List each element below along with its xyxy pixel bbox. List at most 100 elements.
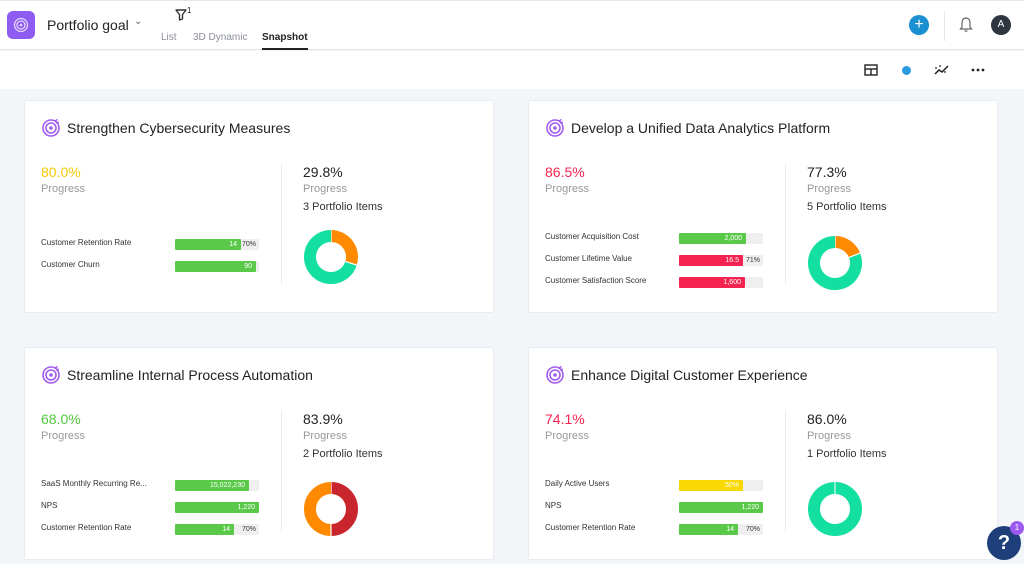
metric-bar-track: 1,600 xyxy=(679,277,763,288)
metric-name: Customer Lifetime Value xyxy=(545,254,632,263)
portfolio-items-count[interactable]: 2 Portfolio Items xyxy=(303,448,382,460)
metric-row[interactable]: NPS 1,220 xyxy=(545,501,775,513)
portfolio-items-count[interactable]: 3 Portfolio Items xyxy=(303,201,382,213)
tab-snapshot[interactable]: Snapshot xyxy=(262,32,308,50)
goal-progress-percent: 86.5% xyxy=(545,164,585,180)
portfolio-items-count[interactable]: 1 Portfolio Items xyxy=(807,448,886,460)
metric-name: Customer Retention Rate xyxy=(545,523,636,532)
metric-row[interactable]: Customer Churn 90 xyxy=(41,260,271,272)
portfolio-progress-label: Progress xyxy=(807,430,852,442)
metric-bar-fill: 16.5 xyxy=(679,255,743,266)
avatar[interactable]: A xyxy=(991,15,1011,35)
portfolio-donut-chart xyxy=(304,230,358,284)
metric-bar-fill: 1,220 xyxy=(175,502,259,513)
goal-card[interactable]: Enhance Digital Customer Experience 74.1%… xyxy=(528,347,998,560)
card-title[interactable]: Enhance Digital Customer Experience xyxy=(571,367,808,383)
status-dot-icon[interactable] xyxy=(898,62,914,78)
goal-progress-label: Progress xyxy=(41,430,86,442)
metric-row[interactable]: Customer Retention Rate 14 70% xyxy=(41,523,271,535)
help-notification-badge: 1 xyxy=(1010,521,1024,535)
goal-target-icon xyxy=(546,118,564,137)
metric-bar-fill: 14 xyxy=(175,239,241,250)
metric-target-percent: 70% xyxy=(745,526,760,533)
donut-segment xyxy=(808,482,862,536)
goal-target-icon xyxy=(42,118,60,137)
metric-bar-fill: 1,600 xyxy=(679,277,745,288)
card-title[interactable]: Streamline Internal Process Automation xyxy=(67,367,313,383)
metric-name: Daily Active Users xyxy=(545,479,610,488)
goal-card[interactable]: Strengthen Cybersecurity Measures 80.0% Pr… xyxy=(24,100,494,313)
metric-bar-track: 1,220 xyxy=(175,502,259,513)
metric-bar-track: 14 70% xyxy=(175,239,259,250)
metric-row[interactable]: Customer Retention Rate 14 70% xyxy=(41,238,271,250)
metric-bar-track: 14 70% xyxy=(175,524,259,535)
metric-name: SaaS Monthly Recurring Re... xyxy=(41,479,147,488)
metric-bar-fill: 2,000 xyxy=(679,233,746,244)
metric-bar-track: 90 xyxy=(175,261,259,272)
metric-row[interactable]: Customer Retention Rate 14 70% xyxy=(545,523,775,535)
portfolio-progress-label: Progress xyxy=(303,183,348,195)
metric-bar-fill: 50% xyxy=(679,480,743,491)
goal-card[interactable]: Develop a Unified Data Analytics Platfor… xyxy=(528,100,998,313)
goal-progress-percent: 74.1% xyxy=(545,411,585,427)
goal-progress-label: Progress xyxy=(545,430,590,442)
metric-bar-track: 14 70% xyxy=(679,524,763,535)
portfolio-donut-chart xyxy=(808,482,862,536)
tab-3d-dynamic[interactable]: 3D Dynamic xyxy=(193,32,247,50)
filter-count-badge: 1 xyxy=(187,6,192,15)
goal-target-icon xyxy=(546,365,564,384)
chevron-down-icon[interactable]: ⌄ xyxy=(134,16,142,27)
metric-bar-fill: 14 xyxy=(679,524,738,535)
more-icon[interactable] xyxy=(970,62,986,78)
metric-row[interactable]: Customer Satisfaction Score 1,600 xyxy=(545,276,775,288)
page-title[interactable]: Portfolio goal xyxy=(47,17,129,33)
view-toolbar xyxy=(0,51,1024,89)
donut-segment xyxy=(330,230,358,266)
card-divider xyxy=(785,163,786,285)
card-divider xyxy=(785,410,786,532)
metric-row[interactable]: NPS 1,220 xyxy=(41,501,271,513)
metric-name: Customer Retention Rate xyxy=(41,238,132,247)
metric-bar-track: 1,220 xyxy=(679,502,763,513)
goal-target-icon xyxy=(42,365,60,384)
metric-row[interactable]: Daily Active Users 50% xyxy=(545,479,775,491)
metric-bar-fill: 90 xyxy=(175,261,256,272)
card-title[interactable]: Develop a Unified Data Analytics Platfor… xyxy=(571,120,830,136)
metric-bar-track: 2,000 xyxy=(679,233,763,244)
metric-row[interactable]: SaaS Monthly Recurring Re... 15,022,230 xyxy=(41,479,271,491)
goal-progress-label: Progress xyxy=(41,183,86,195)
metric-bar-track: 16.5 71% xyxy=(679,255,763,266)
donut-segment xyxy=(330,482,358,536)
metric-name: Customer Churn xyxy=(41,260,100,269)
portfolio-progress-label: Progress xyxy=(303,430,348,442)
app-logo[interactable] xyxy=(7,11,35,39)
metric-name: Customer Acquisition Cost xyxy=(545,232,639,241)
metric-bar-fill: 14 xyxy=(175,524,234,535)
goal-progress-percent: 80.0% xyxy=(41,164,81,180)
metric-target-percent: 71% xyxy=(745,257,760,264)
metric-row[interactable]: Customer Lifetime Value 16.5 71% xyxy=(545,254,775,266)
portfolio-progress-label: Progress xyxy=(807,183,852,195)
metric-row[interactable]: Customer Acquisition Cost 2,000 xyxy=(545,232,775,244)
portfolio-items-count[interactable]: 5 Portfolio Items xyxy=(807,201,886,213)
portfolio-progress-percent: 86.0% xyxy=(807,411,847,427)
metric-name: Customer Satisfaction Score xyxy=(545,276,647,285)
target-icon xyxy=(13,17,29,33)
card-divider xyxy=(281,163,282,285)
goal-card[interactable]: Streamline Internal Process Automation 68… xyxy=(24,347,494,560)
metric-bar-fill: 15,022,230 xyxy=(175,480,249,491)
metric-target-percent: 70% xyxy=(241,526,256,533)
goal-progress-percent: 68.0% xyxy=(41,411,81,427)
metric-name: NPS xyxy=(41,501,58,510)
bell-icon[interactable] xyxy=(958,16,974,34)
donut-segment xyxy=(304,482,332,536)
tab-list[interactable]: List xyxy=(161,32,177,50)
divider xyxy=(944,11,945,41)
portfolio-progress-percent: 83.9% xyxy=(303,411,343,427)
trend-icon[interactable] xyxy=(934,62,950,78)
metric-name: Customer Retention Rate xyxy=(41,523,132,532)
card-title[interactable]: Strengthen Cybersecurity Measures xyxy=(67,120,290,136)
add-button[interactable]: + xyxy=(909,15,929,35)
metric-bar-fill: 1,220 xyxy=(679,502,763,513)
layout-icon[interactable] xyxy=(863,62,879,78)
